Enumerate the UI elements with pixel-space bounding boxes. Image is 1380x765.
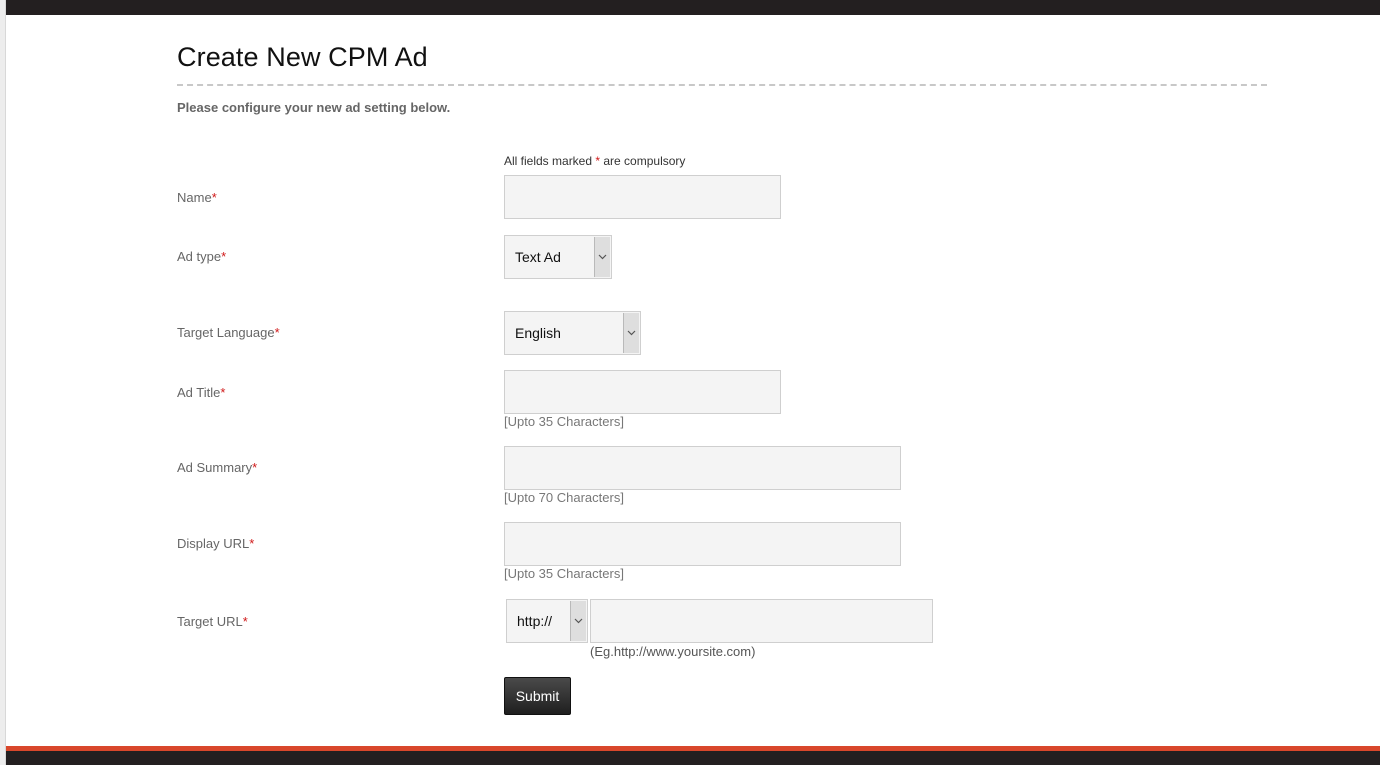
- name-label-text: Name: [177, 190, 212, 205]
- chevron-down-icon[interactable]: [623, 313, 639, 353]
- ad-type-label: Ad type*: [177, 249, 226, 264]
- display-url-input[interactable]: [505, 523, 900, 565]
- chevron-down-icon[interactable]: [570, 601, 586, 641]
- ad-title-label: Ad Title*: [177, 385, 225, 400]
- ad-title-input[interactable]: [505, 371, 780, 413]
- ad-type-selected: Text Ad: [515, 249, 561, 265]
- display-url-label-text: Display URL: [177, 536, 250, 551]
- target-url-field[interactable]: [590, 599, 933, 643]
- required-marker: *: [249, 536, 255, 551]
- protocol-selected: http://: [517, 613, 553, 629]
- title-divider: [177, 84, 1267, 86]
- required-marker: *: [220, 385, 226, 400]
- target-url-label: Target URL*: [177, 614, 248, 629]
- chevron-down-icon[interactable]: [594, 237, 610, 277]
- target-url-input[interactable]: [591, 600, 932, 642]
- name-input[interactable]: [505, 176, 780, 218]
- bottom-bar: [6, 746, 1380, 765]
- required-marker: *: [242, 614, 248, 629]
- ad-type-label-text: Ad type: [177, 249, 222, 264]
- target-language-label: Target Language*: [177, 325, 280, 340]
- ad-summary-field[interactable]: [504, 446, 901, 490]
- left-border: [0, 0, 6, 765]
- compulsory-note-text-end: are compulsory: [600, 154, 686, 168]
- target-url-hint: (Eg.http://www.yoursite.com): [590, 644, 756, 659]
- top-bar: [0, 0, 1380, 15]
- page-subtitle: Please configure your new ad setting bel…: [177, 100, 451, 115]
- name-field[interactable]: [504, 175, 781, 219]
- ad-summary-label-text: Ad Summary: [177, 460, 253, 475]
- protocol-select[interactable]: http://: [506, 599, 588, 643]
- required-marker: *: [211, 190, 217, 205]
- target-language-selected: English: [515, 325, 561, 341]
- ad-summary-label: Ad Summary*: [177, 460, 257, 475]
- compulsory-note: All fields marked * are compulsory: [504, 154, 685, 168]
- target-language-label-text: Target Language: [177, 325, 275, 340]
- display-url-label: Display URL*: [177, 536, 254, 551]
- ad-summary-input[interactable]: [505, 447, 900, 489]
- required-marker: *: [274, 325, 280, 340]
- ad-type-select[interactable]: Text Ad: [504, 235, 612, 279]
- ad-summary-hint: [Upto 70 Characters]: [504, 490, 624, 505]
- compulsory-note-text: All fields marked: [504, 154, 596, 168]
- ad-title-hint: [Upto 35 Characters]: [504, 414, 624, 429]
- target-url-label-text: Target URL: [177, 614, 243, 629]
- display-url-hint: [Upto 35 Characters]: [504, 566, 624, 581]
- page-title: Create New CPM Ad: [177, 42, 428, 72]
- target-language-select[interactable]: English: [504, 311, 641, 355]
- display-url-field[interactable]: [504, 522, 901, 566]
- name-label: Name*: [177, 190, 217, 205]
- ad-title-label-text: Ad Title: [177, 385, 221, 400]
- ad-title-field[interactable]: [504, 370, 781, 414]
- required-marker: *: [221, 249, 227, 264]
- required-marker: *: [252, 460, 258, 475]
- submit-button[interactable]: Submit: [504, 677, 571, 715]
